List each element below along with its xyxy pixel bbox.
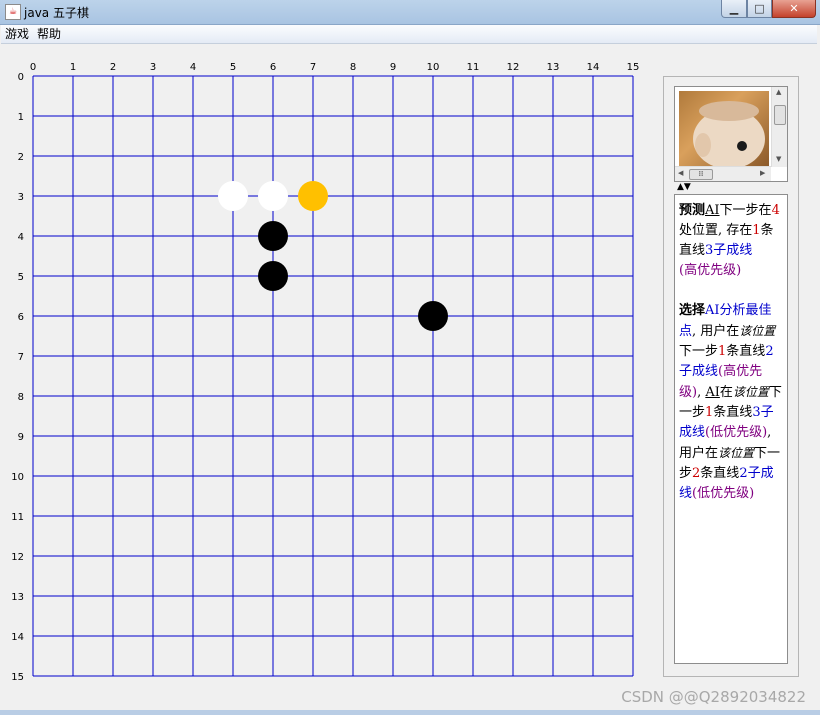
p2-text-4: 条直线 — [713, 405, 753, 420]
y-axis-label: 8 — [18, 392, 24, 403]
x-axis-label: 10 — [427, 62, 440, 73]
y-axis-label: 14 — [11, 632, 24, 643]
y-axis-label: 10 — [11, 472, 24, 483]
minimize-button[interactable]: ▁ — [721, 0, 747, 18]
p2-select: 选择 — [679, 303, 706, 318]
x-axis-label: 5 — [230, 62, 236, 73]
p1-text-4: 子成线 — [713, 243, 753, 258]
p1-text: 下一步在 — [719, 203, 772, 218]
y-axis-label: 2 — [18, 152, 24, 163]
scroll-right-arrow[interactable]: ▶ — [760, 169, 765, 177]
x-axis-label: 14 — [587, 62, 600, 73]
vertical-scroll-thumb[interactable] — [774, 105, 786, 125]
avatar-pane: ▲ ▼ ◀ ⁞⁞ ▶ — [674, 86, 788, 182]
csdn-watermark: CSDN @@Q2892034822 — [621, 688, 806, 706]
x-axis-label: 1 — [70, 62, 76, 73]
p1-count: 4 — [771, 203, 780, 218]
menu-game[interactable]: 游戏 — [1, 25, 33, 43]
white-stone[interactable] — [258, 181, 288, 211]
orange-stone[interactable] — [298, 181, 328, 211]
x-axis-label: 4 — [190, 62, 196, 73]
menu-help[interactable]: 帮助 — [33, 25, 65, 43]
x-axis-label: 13 — [547, 62, 560, 73]
y-axis-label: 7 — [18, 352, 24, 363]
analysis-text-pane[interactable]: 预测AI下一步在4处位置, 存在1条直线3子成线 (高优先级) 选择AI分析最佳点… — [674, 194, 788, 664]
board-canvas[interactable]: 0 1 2 3 4 5 6 7 8 9 10 11 12 13 14 15012345678910111213… — [0, 44, 660, 704]
avatar-image — [679, 91, 769, 166]
p2-position-3: 该位置 — [718, 446, 755, 460]
x-axis-label: 9 — [390, 62, 396, 73]
y-axis-label: 13 — [11, 592, 24, 603]
avatar-vertical-scrollbar[interactable]: ▲ ▼ — [771, 87, 787, 167]
x-axis-label: 0 — [30, 62, 36, 73]
window-bottom-border — [0, 710, 820, 715]
x-axis-label: 11 — [467, 62, 480, 73]
p1-text-2: 处位置, 存在 — [679, 223, 753, 238]
splitter-down-icon[interactable]: ▼ — [684, 182, 691, 192]
x-axis-label: 3 — [150, 62, 156, 73]
p2-priority-2: (低优先级) — [705, 425, 768, 440]
black-stone[interactable] — [258, 221, 288, 251]
y-axis-label: 4 — [18, 232, 24, 243]
p2-position-2: 该位置 — [732, 385, 769, 399]
y-axis-label: 12 — [11, 552, 24, 563]
p2-text-2: 条直线 — [726, 344, 766, 359]
scroll-up-arrow[interactable]: ▲ — [776, 88, 781, 96]
splitter-arrows[interactable]: ▲▼ — [677, 183, 691, 192]
title-bar: ☕ java 五子棋 ▁ □ ✕ — [0, 0, 820, 25]
analysis-text: 预测AI下一步在4处位置, 存在1条直线3子成线 (高优先级) 选择AI分析最佳点… — [675, 195, 787, 504]
splitter-up-icon[interactable]: ▲ — [677, 182, 684, 192]
gomoku-board[interactable]: 0 1 2 3 4 5 6 7 8 9 10 11 12 13 14 15 0 1 2 3 4 5 6 7 8 9 10 11 12 13… — [0, 44, 660, 704]
window-title: java 五子棋 — [24, 6, 89, 20]
y-axis-label: 1 — [18, 112, 24, 123]
p2-stones-2: 3 — [752, 405, 761, 420]
x-axis-label: 8 — [350, 62, 356, 73]
p2-next: 下一步 — [679, 344, 719, 359]
p2-position: 该位置 — [739, 324, 776, 338]
maximize-button[interactable]: □ — [747, 0, 772, 18]
y-axis-label: 15 — [11, 672, 24, 683]
p1-ai: AI — [705, 203, 720, 218]
x-axis-label: 15 — [627, 62, 640, 73]
p2-text-7: 条直线 — [700, 466, 740, 481]
x-axis-label: 12 — [507, 62, 520, 73]
avatar-face — [693, 101, 765, 166]
y-axis-label: 0 — [18, 72, 24, 83]
p2-stones: 2 — [765, 344, 774, 359]
p2-priority-3: (低优先级) — [692, 486, 755, 501]
horizontal-scroll-thumb[interactable]: ⁞⁞ — [689, 169, 713, 180]
x-axis-label: 7 — [310, 62, 316, 73]
avatar-horizontal-scrollbar[interactable]: ◀ ⁞⁞ ▶ — [675, 166, 771, 181]
x-axis-label: 6 — [270, 62, 276, 73]
scroll-down-arrow[interactable]: ▼ — [776, 155, 781, 163]
p2-stones-3: 2 — [739, 466, 748, 481]
p1-prediction: 预测 — [679, 203, 706, 218]
p2-at: 在 — [719, 385, 733, 400]
y-axis-label: 11 — [11, 512, 24, 523]
x-axis-label: 2 — [110, 62, 116, 73]
window-controls: ▁ □ ✕ — [721, 0, 816, 18]
p2-text-3: 子成线 — [679, 364, 719, 379]
scroll-left-arrow[interactable]: ◀ — [678, 169, 683, 177]
y-axis-label: 5 — [18, 272, 24, 283]
p1-priority: (高优先级) — [679, 263, 742, 278]
white-stone[interactable] — [218, 181, 248, 211]
close-button[interactable]: ✕ — [772, 0, 816, 18]
y-axis-label: 6 — [18, 312, 24, 323]
y-axis-label: 9 — [18, 432, 24, 443]
p1-lines: 1 — [752, 223, 761, 238]
black-stone[interactable] — [258, 261, 288, 291]
menu-bar: 游戏 帮助 — [1, 25, 817, 44]
y-axis-label: 3 — [18, 192, 24, 203]
p2-ai: AI — [705, 385, 720, 400]
p2-text: , 用户在 — [692, 324, 740, 339]
black-stone[interactable] — [418, 301, 448, 331]
java-app-icon[interactable]: ☕ — [5, 4, 21, 20]
